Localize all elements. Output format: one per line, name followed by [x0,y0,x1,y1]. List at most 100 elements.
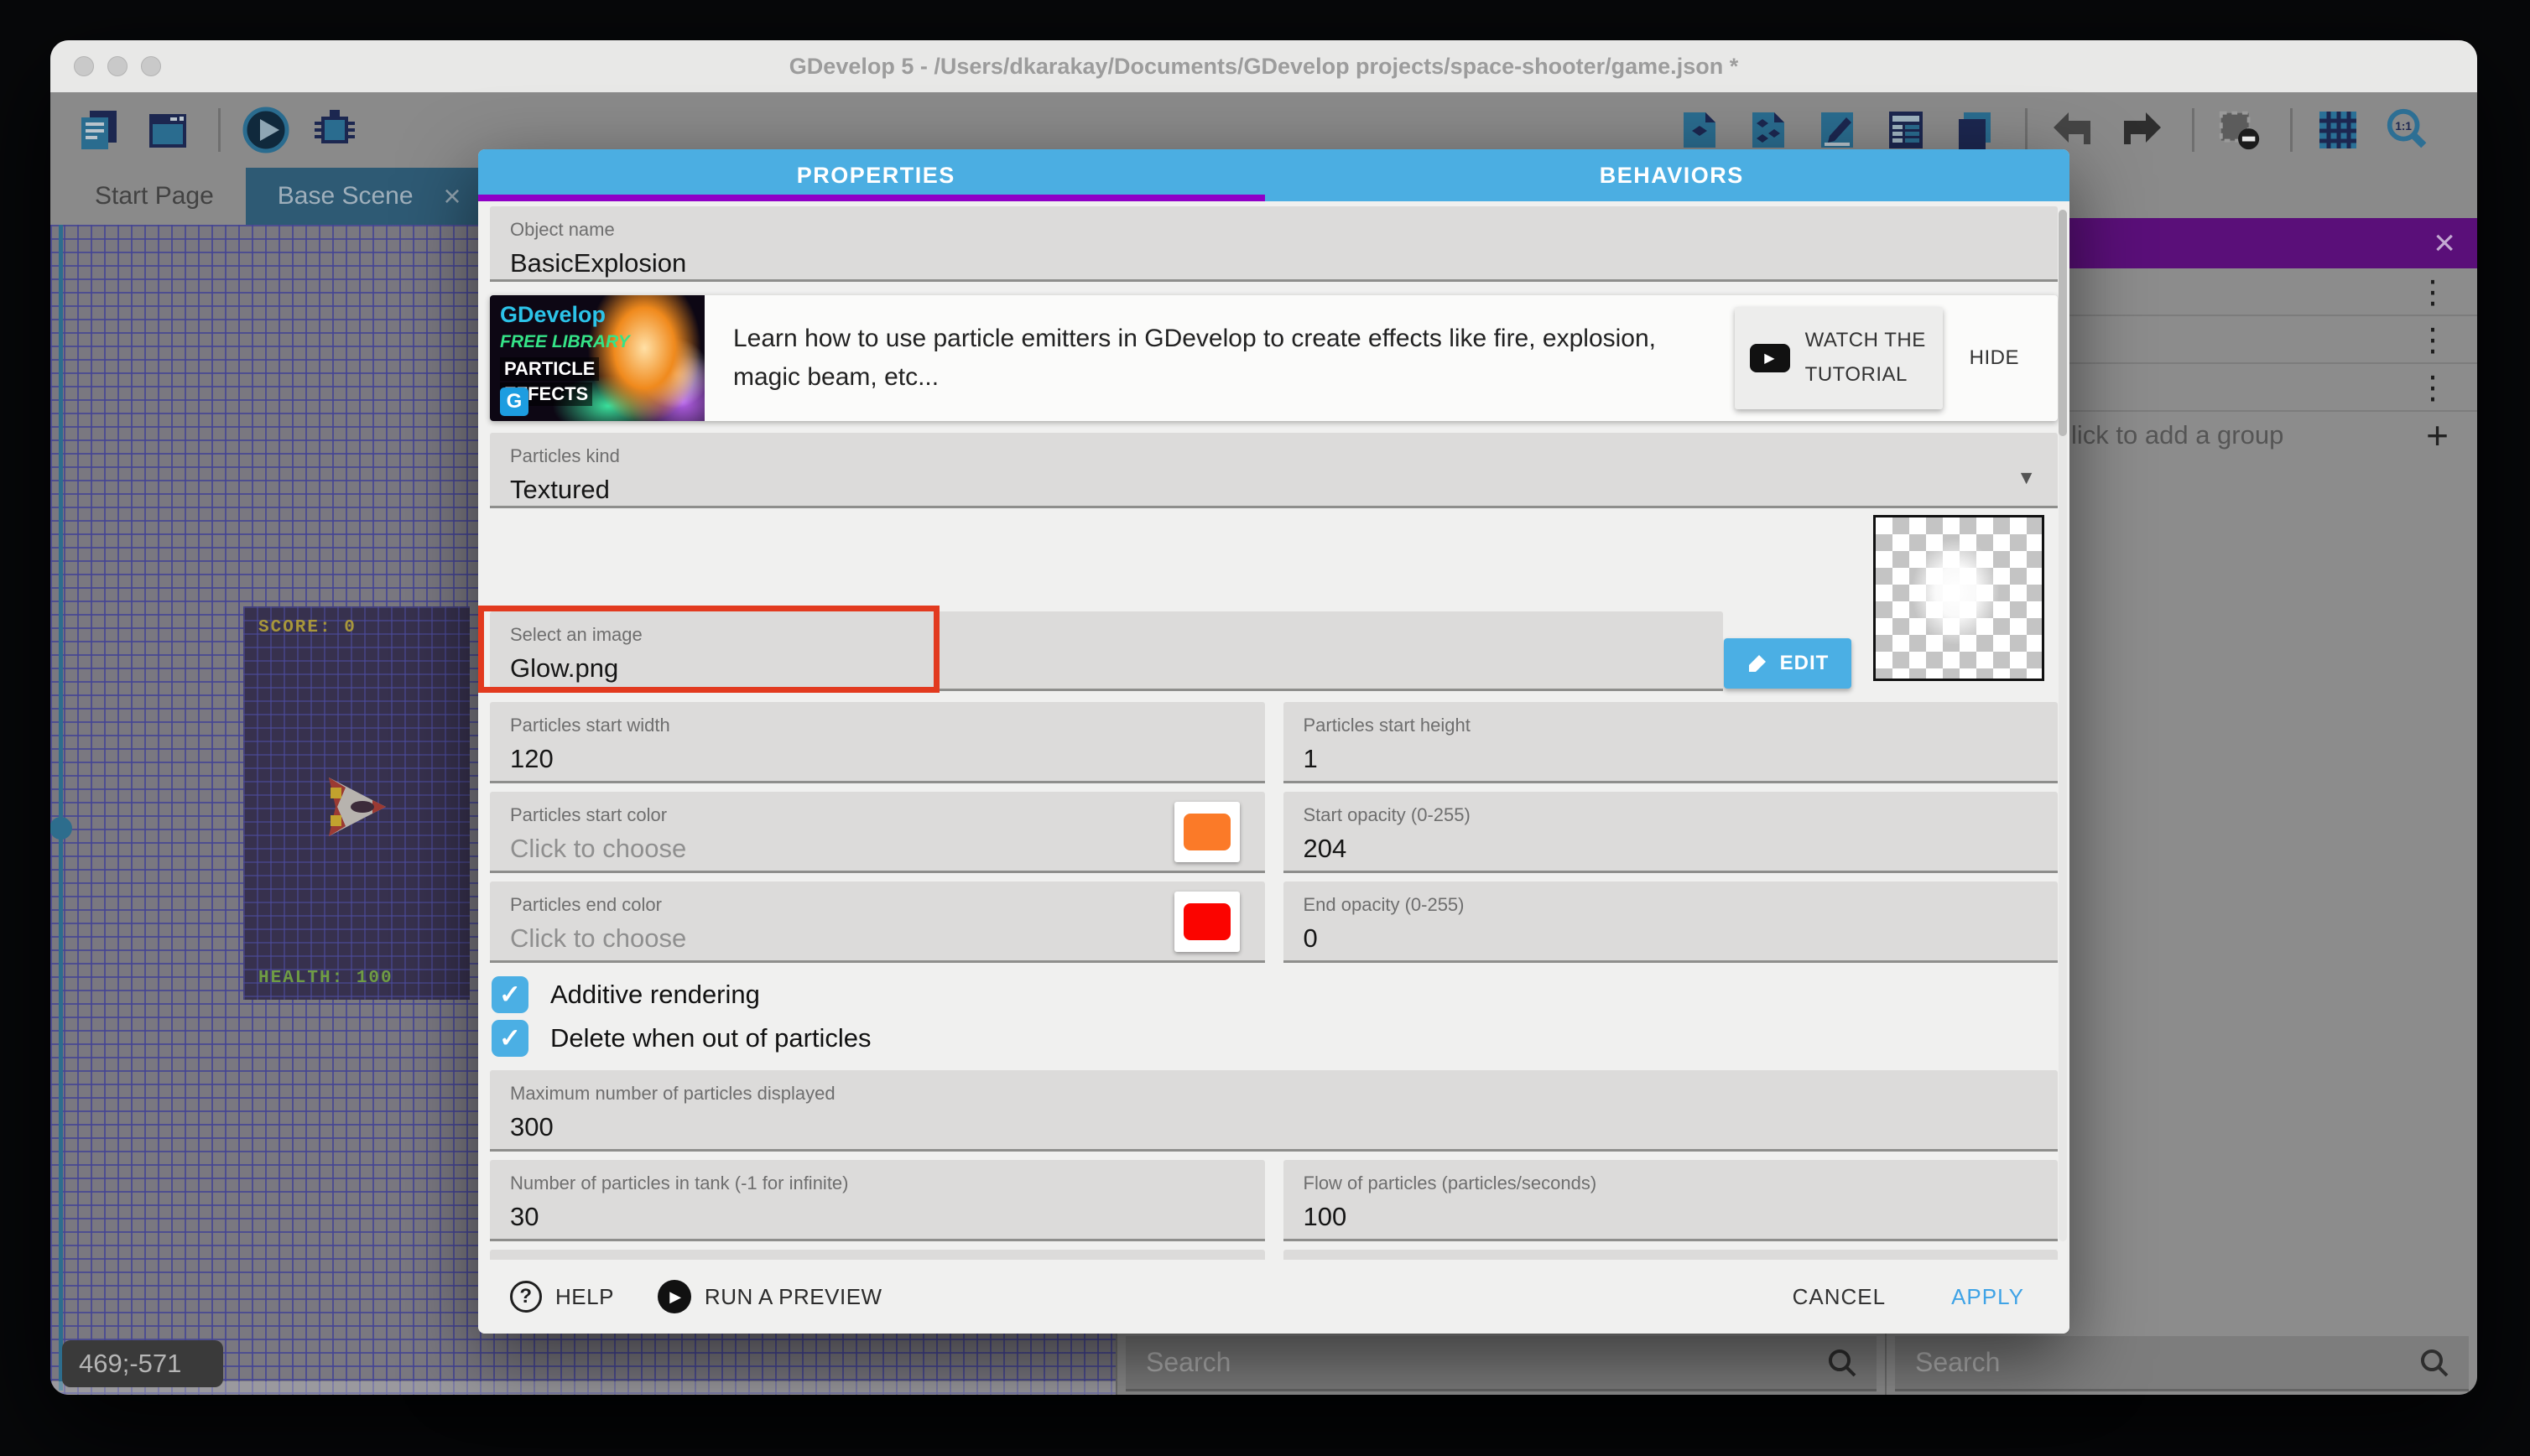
debug-chip-icon [311,107,358,153]
field-value[interactable]: Click to choose [510,923,1245,954]
objects-search-input[interactable] [1144,1346,1826,1379]
debugger-button[interactable] [311,107,358,153]
redo-button[interactable] [2118,107,2165,153]
play-circle-icon: ▶ [658,1280,691,1313]
tab-properties[interactable]: PROPERTIES [478,149,1274,201]
field-value[interactable]: Textured [510,475,2038,505]
particles-start-color-field[interactable]: Particles start color Click to choose [490,792,1265,873]
field-value[interactable]: 300 [510,1112,2038,1142]
app-window-icon [145,107,190,153]
tutorial-banner: GDevelop FREE LIBRARY PARTICLE EFFECTS G… [490,295,2058,421]
instances-list-button[interactable] [1745,107,1792,153]
max-emitter-force-field[interactable]: Maximum emitter force applied on particl… [1283,1250,2059,1260]
undo-arrow-icon [2050,107,2095,153]
open-project-window-button[interactable] [144,107,191,153]
field-value[interactable]: Click to choose [510,834,1245,864]
kebab-menu-icon[interactable]: ⋮ [2417,372,2449,403]
edit-image-button[interactable]: EDIT [1724,638,1851,689]
mask-hide-icon [2216,106,2263,154]
tab-label: Base Scene [278,182,414,211]
traffic-lights [74,56,161,76]
groups-search-field[interactable] [1895,1336,2469,1391]
apply-button[interactable]: APPLY [1946,1283,2029,1311]
additive-rendering-row[interactable]: ✓ Additive rendering [490,973,2058,1017]
active-tab-indicator [478,195,1265,201]
cancel-button[interactable]: CANCEL [1788,1283,1891,1311]
project-manager-button[interactable] [75,107,122,153]
close-tab-icon[interactable]: × [444,181,461,211]
end-color-swatch[interactable] [1174,892,1240,952]
max-particles-field[interactable]: Maximum number of particles displayed 30… [490,1070,2058,1152]
undo-button[interactable] [2049,107,2096,153]
tab-base-scene[interactable]: Base Scene × [246,168,493,225]
select-image-field[interactable]: Select an image Glow.png [490,611,1723,691]
field-label: Particles kind [510,445,2038,467]
svg-text:1:1: 1:1 [2395,120,2412,133]
open-events-sheet-button[interactable] [1882,107,1929,153]
tab-start-page[interactable]: Start Page [63,168,246,225]
maximize-window-button[interactable] [141,56,161,76]
search-icon [2418,1347,2450,1379]
scene-vertical-scrollbar[interactable] [59,225,63,1391]
toolbar-right-group: 1:1 [1676,107,2452,153]
zoom-one-to-one-icon: 1:1 [2383,106,2430,154]
watch-tutorial-button[interactable]: ▶ WATCH THE TUTORIAL [1735,307,1943,409]
kebab-menu-icon[interactable]: ⋮ [2417,324,2449,356]
close-panel-icon[interactable]: × [2434,225,2455,262]
chevron-down-icon[interactable]: ▼ [2017,466,2036,489]
search-icon [1826,1347,1858,1379]
hide-banner-button[interactable]: HIDE [1965,346,2024,371]
toggle-grid-button[interactable] [2314,107,2361,153]
field-value[interactable]: BasicExplosion [510,248,2038,278]
groups-search-input[interactable] [1913,1346,2418,1379]
kebab-menu-icon[interactable]: ⋮ [2417,276,2449,308]
field-value[interactable]: 204 [1304,834,2038,864]
particles-start-width-field[interactable]: Particles start width 120 [490,702,1265,783]
field-label: Particles start color [510,804,1245,826]
particles-end-color-field[interactable]: Particles end color Click to choose [490,881,1265,963]
game-viewport-rect: SCORE: 0 HEALTH: 100 [243,606,470,1000]
launch-preview-button[interactable] [242,107,289,153]
tab-behaviors[interactable]: BEHAVIORS [1274,149,2070,201]
start-color-swatch[interactable] [1174,802,1240,862]
checkbox-checked-icon[interactable]: ✓ [492,1020,528,1057]
field-value[interactable]: 100 [1304,1202,2038,1232]
zoom-reset-button[interactable]: 1:1 [2383,107,2430,153]
object-name-field[interactable]: Object name BasicExplosion [490,206,2058,282]
toolbar-divider [2290,108,2293,152]
pencil-document-icon [1814,107,1860,153]
field-value[interactable]: 30 [510,1202,1245,1232]
run-preview-button[interactable]: ▶ RUN A PREVIEW [653,1279,888,1314]
dialog-footer: ? HELP ▶ RUN A PREVIEW CANCEL APPLY [478,1260,2069,1334]
checkbox-checked-icon[interactable]: ✓ [492,976,528,1013]
particles-start-height-field[interactable]: Particles start height 1 [1283,702,2059,783]
field-value[interactable]: 0 [1304,923,2038,954]
field-value[interactable]: 120 [510,744,1245,774]
close-window-button[interactable] [74,56,94,76]
objects-search-field[interactable] [1126,1336,1877,1391]
delete-when-out-row[interactable]: ✓ Delete when out of particles [490,1017,2058,1060]
field-label: Particles end color [510,894,1245,916]
field-value[interactable]: Glow.png [510,653,1703,684]
field-label: Particles start height [1304,715,2038,736]
dialog-scrollbar[interactable] [2059,210,2067,1241]
thumb-line: PARTICLE [500,357,599,381]
field-value[interactable]: 1 [1304,744,2038,774]
start-opacity-field[interactable]: Start opacity (0-255) 204 [1283,792,2059,873]
toggle-instances-visibility-button[interactable] [2216,107,2263,153]
color-swatch-orange [1184,814,1231,850]
particles-flow-field[interactable]: Flow of particles (particles/seconds) 10… [1283,1160,2059,1241]
particles-tank-field[interactable]: Number of particles in tank (-1 for infi… [490,1160,1265,1241]
grid-icon [2315,107,2361,153]
help-button[interactable]: ? HELP [505,1280,619,1313]
tutorial-thumbnail[interactable]: GDevelop FREE LIBRARY PARTICLE EFFECTS G [490,295,705,421]
min-emitter-force-field[interactable]: Minimum emitter force applied on particl… [490,1250,1265,1260]
dialog-scrollbar-thumb[interactable] [2059,210,2067,436]
particles-kind-select[interactable]: Particles kind Textured ▼ [490,433,2058,508]
minimize-window-button[interactable] [107,56,128,76]
end-opacity-field[interactable]: End opacity (0-255) 0 [1283,881,2059,963]
scene-scrollbar-handle[interactable] [50,817,72,840]
layers-button[interactable] [1951,107,1998,153]
edit-scene-properties-button[interactable] [1814,107,1861,153]
add-object-button[interactable] [1676,107,1723,153]
